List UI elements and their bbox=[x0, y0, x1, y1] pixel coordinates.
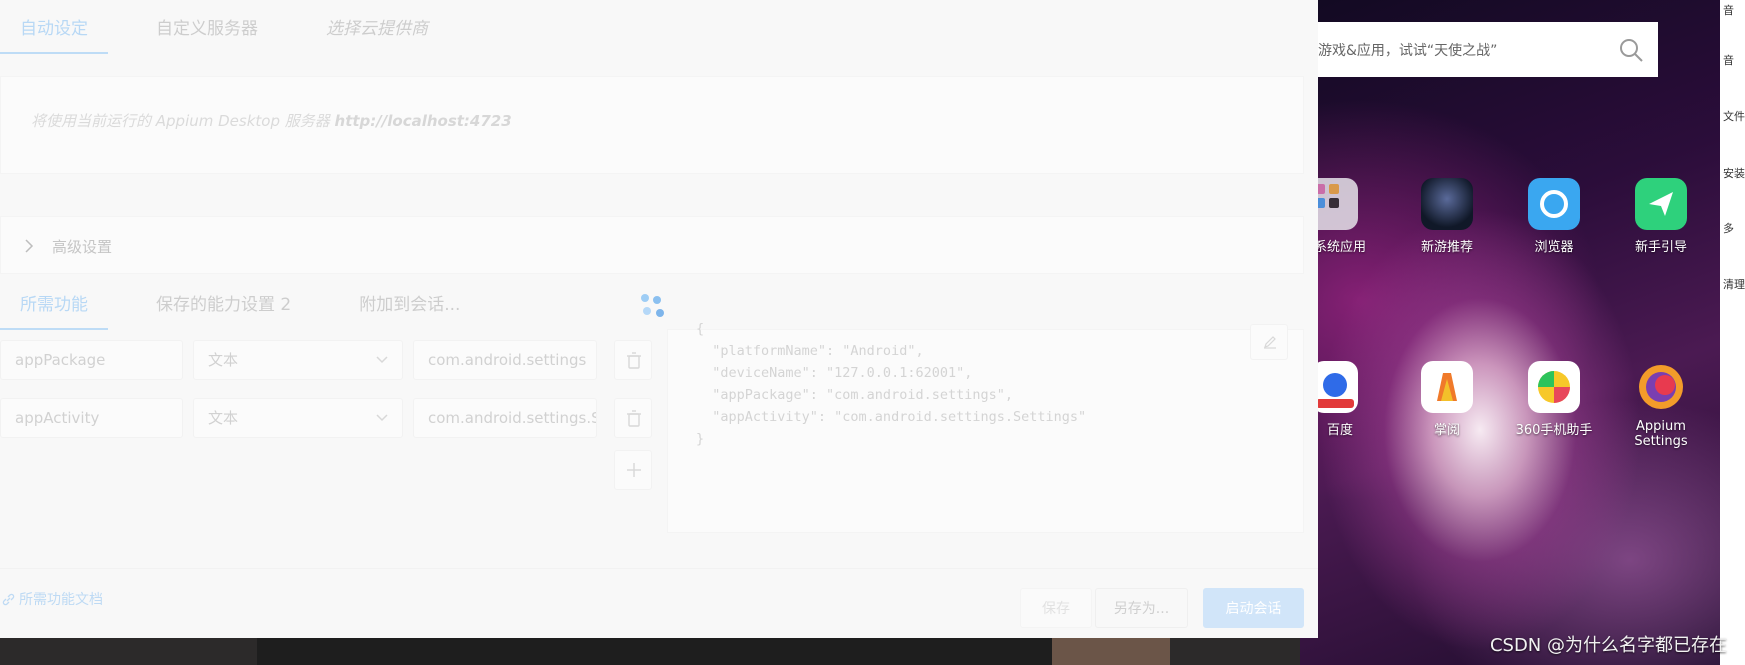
background-window-strip bbox=[0, 638, 1300, 665]
add-capability-button[interactable] bbox=[614, 450, 652, 490]
baidu-icon bbox=[1312, 361, 1358, 413]
app-label: 浏览器 bbox=[1534, 240, 1574, 255]
server-info-prefix: 将使用当前运行的 Appium Desktop 服务器 bbox=[31, 112, 335, 130]
tab-auto-config[interactable]: 自动设定 bbox=[0, 0, 108, 56]
app-appium-settings[interactable]: Appium Settings bbox=[1621, 361, 1701, 449]
app-new-games[interactable]: 新游推荐 bbox=[1407, 178, 1487, 255]
sidebar-item[interactable]: 文件 bbox=[1723, 108, 1745, 124]
save-button[interactable]: 保存 bbox=[1020, 588, 1092, 628]
zhangyue-icon bbox=[1421, 361, 1473, 413]
pencil-icon bbox=[1264, 336, 1276, 349]
galaxy-game-icon bbox=[1421, 178, 1473, 230]
save-as-button[interactable]: 另存为... bbox=[1095, 588, 1188, 628]
capability-name-input[interactable]: appActivity bbox=[0, 398, 183, 438]
app-browser[interactable]: 浏览器 bbox=[1514, 178, 1594, 255]
link-icon bbox=[2, 593, 15, 605]
capability-type-value: 文本 bbox=[208, 409, 239, 427]
sidebar-item[interactable]: 安装 bbox=[1723, 165, 1745, 181]
search-icon[interactable] bbox=[1618, 37, 1644, 63]
emulator-search-bar[interactable]: 游戏&应用，试试“天使之战” bbox=[1318, 22, 1658, 77]
csdn-watermark: CSDN @为什么名字都已存在 bbox=[1489, 635, 1727, 656]
server-info-text: 将使用当前运行的 Appium Desktop 服务器 http://local… bbox=[31, 110, 512, 131]
footer-divider bbox=[0, 568, 1318, 569]
app-label: Appium Settings bbox=[1634, 419, 1688, 449]
background-panel bbox=[257, 638, 1052, 665]
appium-session-dialog: 自动设定 自定义服务器 选择云提供商 将使用当前运行的 Appium Deskt… bbox=[0, 0, 1318, 638]
docs-link-label: 所需功能文档 bbox=[19, 592, 103, 608]
sidebar-item[interactable]: 清理 bbox=[1723, 276, 1745, 292]
sidebar-item[interactable]: 音 bbox=[1723, 52, 1734, 68]
tab-custom-server[interactable]: 自定义服务器 bbox=[136, 0, 278, 56]
browser-icon bbox=[1528, 178, 1580, 230]
tab-cloud-provider[interactable]: 选择云提供商 bbox=[306, 0, 448, 56]
server-url: http://localhost:4723 bbox=[334, 112, 512, 130]
app-label: 百度 bbox=[1326, 423, 1353, 438]
app-label: 新游推荐 bbox=[1420, 240, 1473, 255]
app-zhangyue[interactable]: 掌阅 bbox=[1407, 361, 1487, 438]
trash-icon bbox=[627, 352, 641, 369]
emulator-screen bbox=[1300, 0, 1745, 665]
start-session-button[interactable]: 启动会话 bbox=[1203, 588, 1304, 628]
server-tabs: 自动设定 自定义服务器 选择云提供商 bbox=[0, 0, 1318, 56]
360-icon bbox=[1528, 361, 1580, 413]
trash-icon bbox=[627, 410, 641, 427]
capability-tabs: 所需功能 保存的能力设置 2 附加到会话... bbox=[0, 276, 480, 332]
chevron-down-icon bbox=[376, 414, 388, 422]
app-label: 新手引导 bbox=[1634, 240, 1687, 255]
json-representation-panel: { "platformName": "Android", "deviceName… bbox=[667, 321, 1304, 533]
app-label: 系统应用 bbox=[1313, 240, 1366, 255]
guide-icon bbox=[1635, 178, 1687, 230]
app-guide[interactable]: 新手引导 bbox=[1621, 178, 1701, 255]
plus-icon bbox=[627, 463, 641, 477]
advanced-settings-label: 高级设置 bbox=[52, 238, 113, 256]
tab-attach-session[interactable]: 附加到会话... bbox=[339, 276, 480, 332]
delete-capability-button[interactable] bbox=[614, 340, 652, 380]
chevron-right-icon bbox=[25, 239, 34, 253]
app-label: 掌阅 bbox=[1433, 423, 1460, 438]
background-panel bbox=[1052, 638, 1170, 665]
chevron-down-icon bbox=[376, 356, 388, 364]
app-360[interactable]: 360手机助手 bbox=[1514, 361, 1594, 438]
sidebar-item[interactable]: 多 bbox=[1723, 220, 1734, 236]
edit-json-button[interactable] bbox=[1250, 324, 1288, 360]
capability-name-input[interactable]: appPackage bbox=[0, 340, 183, 380]
tab-saved-capabilities[interactable]: 保存的能力设置 2 bbox=[136, 276, 311, 332]
sidebar-item[interactable]: 音 bbox=[1723, 2, 1734, 18]
capability-type-select[interactable]: 文本 bbox=[193, 340, 403, 380]
app-label: 360手机助手 bbox=[1515, 423, 1593, 438]
capability-value-input[interactable]: com.android.settings.Settings bbox=[413, 398, 597, 438]
emulator-search-placeholder: 游戏&应用，试试“天使之战” bbox=[1318, 42, 1498, 59]
loading-spinner-icon bbox=[641, 294, 664, 317]
capabilities-docs-link[interactable]: 所需功能文档 bbox=[2, 589, 103, 609]
delete-capability-button[interactable] bbox=[614, 398, 652, 438]
capability-value-input[interactable]: com.android.settings bbox=[413, 340, 597, 380]
server-info-panel: 将使用当前运行的 Appium Desktop 服务器 http://local… bbox=[0, 76, 1304, 174]
capability-type-value: 文本 bbox=[208, 351, 239, 369]
emulator-sidebar: 音 音 文件 安装 多 清理 bbox=[1720, 0, 1745, 665]
advanced-settings-panel[interactable]: 高级设置 bbox=[0, 216, 1304, 274]
tab-desired-capabilities[interactable]: 所需功能 bbox=[0, 276, 108, 332]
capability-type-select[interactable]: 文本 bbox=[193, 398, 403, 438]
json-preview-text: { "platformName": "Android", "deviceName… bbox=[696, 321, 1087, 447]
appium-icon bbox=[1635, 361, 1687, 413]
